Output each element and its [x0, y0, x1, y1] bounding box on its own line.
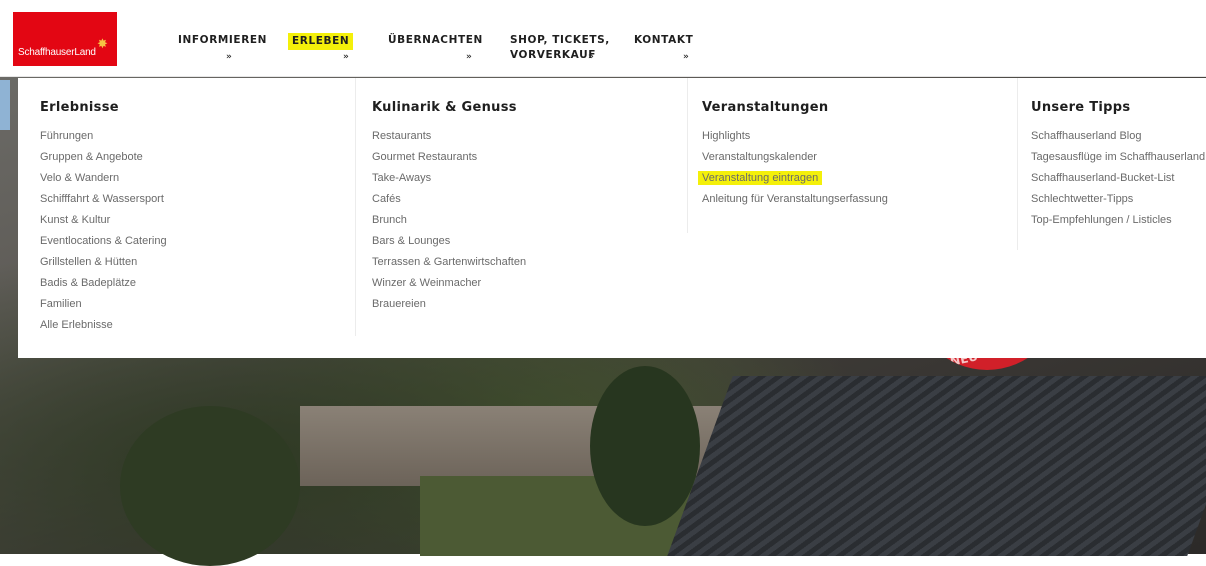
sky-strip: [0, 80, 10, 130]
nav-kontakt[interactable]: KONTAKT »: [634, 33, 694, 62]
menu-item[interactable]: Gourmet Restaurants: [372, 150, 526, 171]
menu-item[interactable]: Highlights: [702, 129, 888, 150]
menu-column-veranstaltungen: Veranstaltungen Highlights Veranstaltung…: [688, 78, 1018, 358]
column-title: Kulinarik & Genuss: [372, 100, 517, 115]
nav-uebernachten[interactable]: ÜBERNACHTEN »: [388, 33, 483, 62]
menu-item[interactable]: Tagesausflüge im Schaffhauserland: [1031, 150, 1205, 171]
chevron-down-icon: »: [343, 52, 350, 62]
menu-item[interactable]: Badis & Badeplätze: [40, 276, 167, 297]
menu-column-tipps: Unsere Tipps Schaffhauserland Blog Tages…: [1018, 78, 1206, 358]
menu-item[interactable]: Schifffahrt & Wassersport: [40, 192, 167, 213]
chevron-down-icon: »: [683, 52, 690, 62]
menu-item[interactable]: Cafés: [372, 192, 526, 213]
menu-item[interactable]: Anleitung für Veranstaltungserfassung: [702, 192, 888, 213]
tree: [120, 406, 300, 566]
menu-column-erlebnisse: Erlebnisse Führungen Gruppen & Angebote …: [18, 78, 356, 358]
nav-erleben[interactable]: ERLEBEN »: [288, 33, 354, 62]
menu-item[interactable]: Schaffhauserland-Bucket-List: [1031, 171, 1205, 192]
menu-item[interactable]: Brunch: [372, 213, 526, 234]
menu-item[interactable]: Restaurants: [372, 129, 526, 150]
logo-text: SchaffhauserLand: [18, 47, 96, 58]
menu-item[interactable]: Eventlocations & Catering: [40, 234, 167, 255]
menu-item[interactable]: Terrassen & Gartenwirtschaften: [372, 255, 526, 276]
site-logo[interactable]: ✸ SchaffhauserLand: [13, 12, 117, 66]
mega-menu: Erlebnisse Führungen Gruppen & Angebote …: [18, 78, 1206, 358]
menu-item[interactable]: Bars & Lounges: [372, 234, 526, 255]
menu-item[interactable]: Veranstaltungskalender: [702, 150, 888, 171]
chevron-down-icon: »: [588, 52, 595, 62]
menu-item[interactable]: Familien: [40, 297, 167, 318]
column-title: Erlebnisse: [40, 100, 119, 115]
nav-label-line2: VORVERKAUF: [510, 49, 596, 61]
slate-roof: [667, 376, 1206, 556]
site-header: ✸ SchaffhauserLand INFORMIEREN » ERLEBEN…: [0, 0, 1206, 77]
nav-informieren[interactable]: INFORMIEREN »: [178, 33, 268, 62]
nav-label: KONTAKT: [634, 34, 694, 46]
menu-list: Highlights Veranstaltungskalender Verans…: [698, 129, 888, 213]
menu-list: Schaffhauserland Blog Tagesausflüge im S…: [1031, 129, 1205, 234]
nav-label: ÜBERNACHTEN: [388, 34, 483, 46]
menu-item[interactable]: Top-Empfehlungen / Listicles: [1031, 213, 1205, 234]
menu-list: Führungen Gruppen & Angebote Velo & Wand…: [40, 129, 167, 339]
nav-label: ERLEBEN: [288, 33, 354, 50]
menu-item[interactable]: Take-Aways: [372, 171, 526, 192]
menu-item[interactable]: Brauereien: [372, 297, 526, 318]
menu-list: Restaurants Gourmet Restaurants Take-Awa…: [372, 129, 526, 318]
menu-item[interactable]: Schaffhauserland Blog: [1031, 129, 1205, 150]
chevron-down-icon: »: [466, 52, 473, 62]
menu-item[interactable]: Gruppen & Angebote: [40, 150, 167, 171]
menu-item-highlighted[interactable]: Veranstaltung eintragen: [698, 171, 888, 192]
chevron-down-icon: »: [226, 52, 233, 62]
menu-item[interactable]: Kunst & Kultur: [40, 213, 167, 234]
menu-item[interactable]: Schlechtwetter-Tipps: [1031, 192, 1205, 213]
nav-label: SHOP, TICKETS,: [510, 34, 610, 46]
menu-item[interactable]: Winzer & Weinmacher: [372, 276, 526, 297]
column-title: Veranstaltungen: [702, 100, 829, 115]
nav-label: INFORMIEREN: [178, 34, 268, 46]
menu-column-kulinarik: Kulinarik & Genuss Restaurants Gourmet R…: [356, 78, 688, 358]
menu-item[interactable]: Grillstellen & Hütten: [40, 255, 167, 276]
menu-item[interactable]: Velo & Wandern: [40, 171, 167, 192]
sun-logo-icon: ✸: [97, 37, 108, 52]
menu-item[interactable]: Alle Erlebnisse: [40, 318, 167, 339]
nav-shop-tickets[interactable]: SHOP, TICKETS, VORVERKAUF »: [510, 33, 610, 63]
menu-item[interactable]: Führungen: [40, 129, 167, 150]
menu-item-label: Veranstaltung eintragen: [698, 171, 823, 185]
tree: [590, 366, 700, 526]
column-title: Unsere Tipps: [1031, 100, 1131, 115]
